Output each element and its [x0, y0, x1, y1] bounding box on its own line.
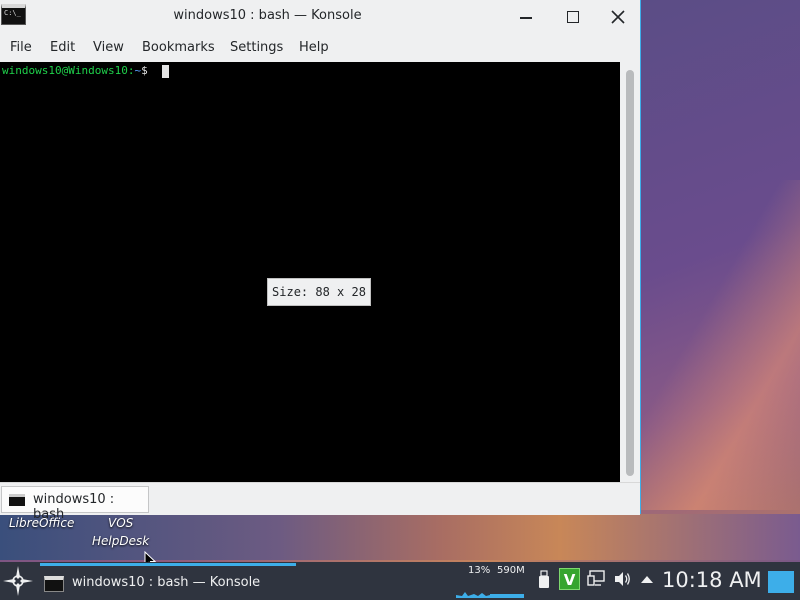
maximize-icon — [567, 11, 579, 23]
taskbar-item-konsole[interactable]: windows10 : bash — Konsole — [38, 566, 458, 598]
close-icon — [611, 10, 625, 24]
desktop-background-highlight — [640, 180, 800, 510]
title-bar[interactable]: C:\_ windows10 : bash — Konsole — [0, 0, 640, 34]
vendor-v-icon[interactable]: V — [559, 568, 580, 590]
window-title: windows10 : bash — Konsole — [173, 8, 362, 23]
cpu-usage[interactable]: 13% — [468, 565, 490, 576]
size-tooltip: Size: 88 x 28 — [267, 278, 371, 306]
cpu-graph-icon — [456, 592, 490, 598]
menu-file[interactable]: File — [10, 40, 32, 55]
desktop-icon-vos-line2[interactable]: HelpDesk — [92, 534, 149, 548]
scrollbar[interactable] — [620, 62, 640, 482]
konsole-window: C:\_ windows10 : bash — Konsole File Edi… — [0, 0, 641, 522]
volume-icon[interactable] — [613, 570, 631, 588]
usb-icon[interactable] — [538, 570, 550, 590]
memory-usage[interactable]: 590M — [497, 565, 525, 576]
shell-prompt: windows10@Windows10:~$ — [2, 64, 148, 77]
menu-settings[interactable]: Settings — [230, 40, 283, 55]
menu-view[interactable]: View — [93, 40, 124, 55]
close-button[interactable] — [606, 6, 630, 28]
tab-bar: windows10 : bash — [0, 482, 640, 522]
terminal-area[interactable]: windows10@Windows10:~$ Size: 88 x 28 — [0, 62, 620, 482]
prompt-symbol: $ — [141, 64, 148, 77]
text-cursor — [162, 65, 169, 78]
desktop-icon-libreoffice[interactable]: LibreOffice — [9, 516, 74, 530]
prompt-user: windows10@Windows10: — [2, 64, 135, 77]
network-icon[interactable] — [587, 570, 605, 588]
konsole-task-icon — [44, 576, 64, 592]
kde-launcher-icon[interactable] — [2, 565, 34, 597]
minimize-button[interactable] — [514, 6, 538, 28]
tray-expand-icon[interactable] — [640, 574, 654, 584]
scroll-thumb[interactable] — [626, 70, 634, 476]
taskbar-item-label: windows10 : bash — Konsole — [72, 575, 261, 590]
tab-bash[interactable]: windows10 : bash — [1, 486, 149, 522]
menu-edit[interactable]: Edit — [50, 40, 75, 55]
minimize-icon — [520, 17, 532, 19]
maximize-button[interactable] — [561, 6, 585, 28]
memory-graph-icon — [490, 594, 524, 598]
menu-help[interactable]: Help — [299, 40, 329, 55]
menu-bar: File Edit View Bookmarks Settings Help — [0, 34, 640, 62]
clock[interactable]: 10:18 AM — [662, 568, 762, 592]
desktop-icon-vos-line1[interactable]: VOS — [108, 516, 133, 530]
terminal-icon — [9, 494, 25, 506]
menu-bookmarks[interactable]: Bookmarks — [142, 40, 215, 55]
taskbar: windows10 : bash — Konsole 13% 590M V 10… — [0, 562, 800, 600]
show-desktop-button[interactable] — [768, 571, 794, 593]
